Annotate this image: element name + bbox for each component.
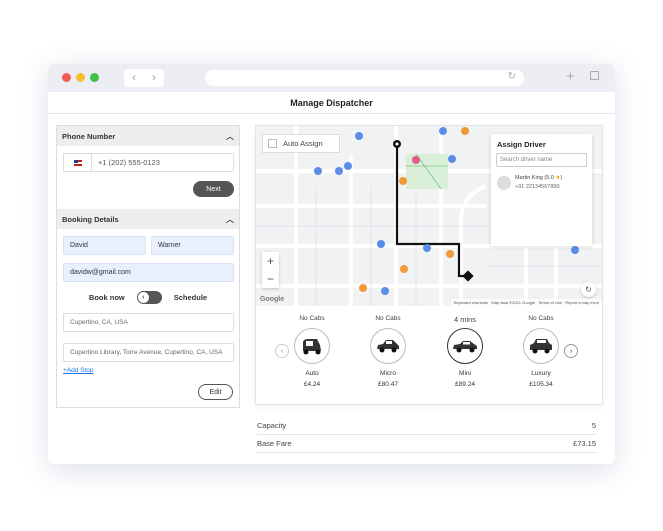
cab-price: £4.24 [303,381,321,388]
minimize-window-button[interactable] [76,73,85,82]
driver-rating: (5.0 [544,175,554,181]
back-icon[interactable]: ‹ [132,72,136,84]
auto-assign-label: Auto Assign [283,139,323,148]
new-tab-icon[interactable]: + [566,68,575,85]
map-footer: Keyboard shortcuts Map data ©2021 Google… [450,299,602,306]
chevron-left-icon: ‹ [137,291,149,303]
capacity-value: 5 [591,421,596,430]
base-fare-label: Base Fare [257,439,292,448]
phone-section-title: Phone Number [62,131,116,141]
cab-name: Mini [459,370,471,377]
cab-availability: 4 mins [453,315,477,324]
google-logo: Google [260,296,285,303]
keyboard-shortcuts-link[interactable]: Keyboard shortcuts [454,300,488,305]
recenter-icon[interactable]: ↻ [581,282,596,297]
next-button[interactable]: Next [193,181,234,197]
driver-search-input[interactable]: Search driver name [496,153,587,167]
chevron-up-icon[interactable]: ︿ [226,131,234,142]
booking-section-title: Booking Details [62,214,119,224]
dispatch-panel: Auto Assign Assign Driver Search driver … [255,125,603,405]
cab-name: Micro [380,370,396,377]
map-data-text: Map data ©2021 Google [491,300,536,305]
book-now-label[interactable]: Book now [89,293,125,302]
email-field[interactable]: davidw@gmail.com [63,263,234,282]
forward-icon[interactable]: › [152,72,156,84]
cab-availability: No Cabs [299,315,325,322]
cab-name: Auto [305,370,319,377]
address-bar[interactable]: ↻ [205,70,524,86]
maximize-window-button[interactable] [90,73,99,82]
country-flag-selector[interactable] [64,154,92,171]
tabs-overview-icon[interactable] [590,71,599,80]
rating-close-paren: ) [560,175,563,181]
cab-option-auto[interactable]: No Cabs Auto £4.24 [284,315,340,388]
report-error-link[interactable]: Report a map error [565,300,599,305]
auto-rickshaw-icon [294,328,330,364]
capacity-row: Capacity 5 [257,417,596,435]
assign-driver-card: Assign Driver Search driver name Martin … [491,134,592,246]
cab-availability: No Cabs [375,315,401,322]
mini-car-icon [447,328,483,364]
capacity-label: Capacity [257,421,287,430]
close-window-button[interactable] [62,73,71,82]
auto-assign-checkbox[interactable]: Auto Assign [262,134,340,153]
driver-avatar [497,176,511,190]
micro-car-icon [370,328,406,364]
reload-icon[interactable]: ↻ [508,71,516,82]
cab-price: £80.47 [378,381,398,388]
cab-price: £89.24 [455,381,475,388]
map-view[interactable]: Auto Assign Assign Driver Search driver … [256,126,602,306]
booking-mode-toggle[interactable]: ‹ [136,290,162,304]
driver-name: Martin King [515,175,543,181]
cab-option-micro[interactable]: No Cabs Micro £80.47 [360,315,416,388]
cab-option-luxury[interactable]: No Cabs Luxury £105.34 [513,315,569,388]
assign-driver-title: Assign Driver [497,140,546,149]
phone-value[interactable]: +1 (202) 555-0123 [92,158,160,167]
booking-mode-toggle-row: Book now ‹ Schedule [57,289,239,305]
cab-option-mini[interactable]: 4 mins Mini £89.24 [437,315,493,388]
base-fare-value: £73.15 [573,439,596,448]
base-fare-row: Base Fare £73.15 [257,435,596,453]
chevron-up-icon[interactable]: ︿ [226,214,234,225]
zoom-out-icon[interactable]: − [267,272,274,286]
zoom-in-icon[interactable]: + [267,254,274,268]
cab-price: £105.34 [529,381,553,388]
phone-section-header[interactable]: Phone Number ︿ [57,126,239,146]
cab-name: Luxury [531,370,551,377]
chevron-right-icon[interactable]: › [564,344,578,358]
us-flag-icon [73,159,82,166]
luxury-car-icon [523,328,559,364]
checkbox-icon[interactable] [268,139,277,148]
pickup-location-field[interactable]: Cupertino, CA, USA [63,313,234,332]
zoom-controls: + − [262,252,279,288]
cab-availability: No Cabs [528,315,554,322]
booking-section-header[interactable]: Booking Details ︿ [57,209,239,229]
cab-options: ‹ No Cabs Auto £4.24 No Cabs Micro £80.4… [256,307,602,405]
dropoff-marker[interactable] [462,270,474,282]
terms-link[interactable]: Terms of Use [538,300,562,305]
booking-panel: Phone Number ︿ +1 (202) 555-0123 Next Bo… [56,125,240,408]
add-stop-link[interactable]: +Add Stop [63,367,94,374]
edit-button[interactable]: Edit [198,384,233,400]
browser-titlebar: ‹ › ↻ + [48,64,615,92]
page-title: Manage Dispatcher [48,92,615,114]
schedule-label[interactable]: Schedule [174,293,207,302]
first-name-field[interactable]: David [63,236,146,255]
phone-input[interactable]: +1 (202) 555-0123 [63,153,234,172]
driver-list-item[interactable]: Martin King (5.0 ★) +91 22134567890 [497,175,586,190]
driver-phone: +91 22134567890 [515,184,560,190]
dropoff-location-field[interactable]: Cupertino Library, Torre Avenue, Cuperti… [63,343,234,362]
nav-buttons: ‹ › [124,69,164,87]
last-name-field[interactable]: Warner [151,236,234,255]
driver-name-line: Martin King (5.0 ★) [515,175,562,181]
